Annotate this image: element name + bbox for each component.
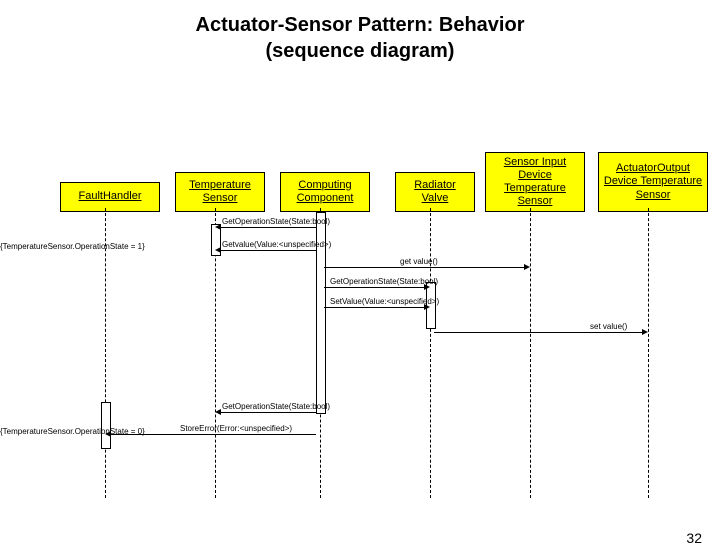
message-arrow	[324, 307, 426, 308]
message-arrow	[109, 434, 316, 435]
message-arrow	[324, 287, 426, 288]
arrow-head-icon	[215, 224, 221, 230]
message-label: set value()	[590, 322, 627, 331]
sequence-diagram: FaultHandler Temperature Sensor Computin…	[0, 152, 720, 512]
message-arrow	[219, 412, 316, 413]
guard-condition: {TemperatureSensor.OperationState = 1}	[0, 242, 145, 251]
title-line-2: (sequence diagram)	[266, 40, 455, 62]
message-label: Getvalue(Value:<unspecified>)	[222, 240, 331, 249]
lifeline-computing-component: Computing Component	[280, 172, 370, 212]
slide-title: Actuator-Sensor Pattern: Behavior (seque…	[0, 12, 720, 64]
lifeline-actuator-output-device: ActuatorOutput Device Temperature Sensor	[598, 152, 708, 212]
lifeline-dash	[430, 208, 431, 498]
message-arrow	[324, 267, 526, 268]
message-label: SetValue(Value:<unspecified>)	[330, 297, 439, 306]
message-arrow	[434, 332, 644, 333]
arrow-head-icon	[215, 409, 221, 415]
message-label: get value()	[400, 257, 438, 266]
message-label: GetOperationState(State:bool)	[222, 402, 330, 411]
page-number: 32	[686, 530, 702, 546]
message-arrow	[219, 250, 316, 251]
lifeline-dash	[105, 208, 106, 498]
message-arrow	[219, 227, 316, 228]
arrow-head-icon	[642, 329, 648, 335]
arrow-head-icon	[524, 264, 530, 270]
message-label: GetOperationState(State:bool)	[330, 277, 438, 286]
message-label: GetOperationState(State:bool)	[222, 217, 330, 226]
lifeline-dash	[648, 208, 649, 498]
lifeline-dash	[530, 208, 531, 498]
title-line-1: Actuator-Sensor Pattern: Behavior	[196, 14, 525, 36]
message-label: StoreError(Error:<unspecified>)	[180, 424, 292, 433]
arrow-head-icon	[215, 247, 221, 253]
lifeline-fault-handler: FaultHandler	[60, 182, 160, 212]
activation-bar	[101, 402, 111, 449]
lifeline-temperature-sensor: Temperature Sensor	[175, 172, 265, 212]
arrow-head-icon	[105, 431, 111, 437]
lifeline-sensor-input-device: Sensor Input Device Temperature Sensor	[485, 152, 585, 212]
lifeline-radiator-valve: Radiator Valve	[395, 172, 475, 212]
